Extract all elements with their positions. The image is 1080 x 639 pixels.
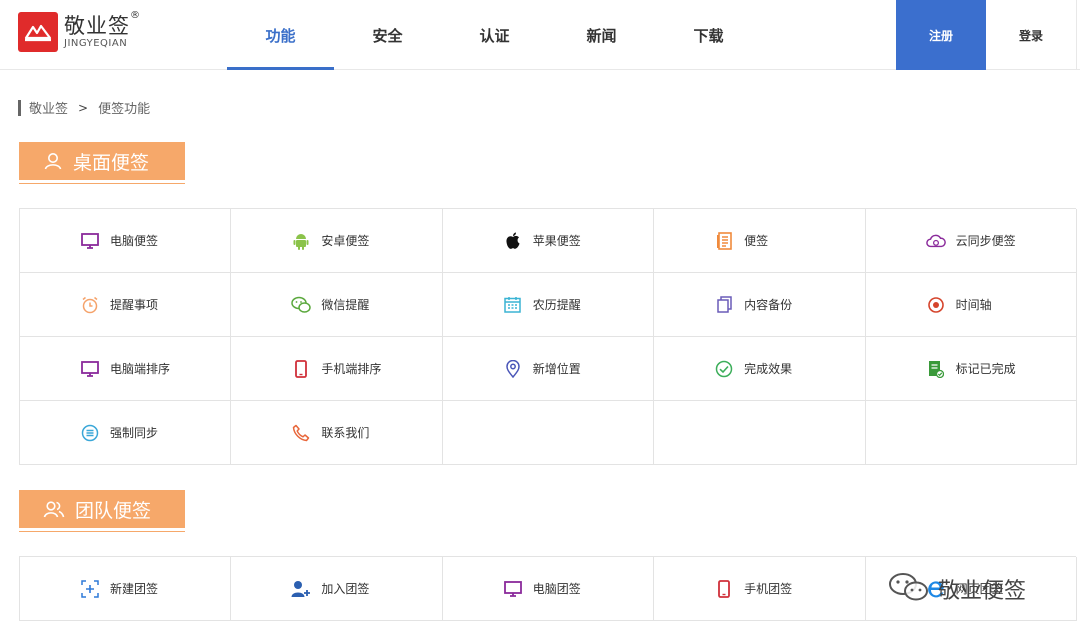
logo-mark-icon: [18, 12, 58, 52]
feature-item[interactable]: 新增位置: [442, 337, 655, 401]
copy-icon: [714, 295, 734, 315]
feature-item[interactable]: 云同步便签: [865, 209, 1077, 273]
feature-item[interactable]: 联系我们: [231, 401, 443, 465]
breadcrumb-bar: [18, 99, 21, 116]
feature-item[interactable]: 时间轴: [865, 273, 1077, 337]
feature-item[interactable]: 加入团签: [231, 557, 443, 621]
feature-label: 农历提醒: [532, 298, 581, 312]
check-circle-icon: [714, 359, 734, 379]
feature-label: 手机端排序: [321, 362, 382, 376]
monitor-icon: [503, 579, 523, 599]
feature-item[interactable]: 便签: [654, 209, 866, 273]
users-icon: [43, 499, 65, 519]
site-header: 敬业签 ® JINGYEQIAN 功能 安全 认证 新闻 下载 注册 登录: [0, 0, 1080, 70]
phone-call-icon: [291, 423, 311, 443]
desktop-feature-grid: 电脑便签 安卓便签 苹果便签 便签 云同步便签 提醒事项 微信提醒 农历提醒 内…: [19, 208, 1077, 465]
breadcrumb-current: 便签功能: [98, 102, 151, 117]
logo-text: 敬业签 ® JINGYEQIAN: [64, 10, 140, 50]
alarm-clock-icon: [80, 295, 100, 315]
watermark-text: 敬业便签: [938, 579, 1027, 604]
section-title-label: 团队便签: [75, 499, 152, 522]
add-frame-icon: [80, 579, 100, 599]
android-icon: [291, 231, 311, 251]
section-title-desktop: 桌面便签: [19, 142, 185, 184]
doc-check-icon: [926, 359, 946, 379]
feature-label: 微信提醒: [321, 298, 370, 312]
notepad-icon: [714, 231, 734, 251]
timeline-icon: [926, 295, 946, 315]
nav-item-news[interactable]: 新闻: [548, 0, 655, 70]
section-title-team: 团队便签: [19, 490, 185, 532]
feature-item[interactable]: 提醒事项: [20, 273, 232, 337]
calendar-icon: [503, 295, 523, 315]
login-button[interactable]: 登录: [986, 0, 1076, 70]
add-user-icon: [291, 579, 311, 599]
monitor-icon: [80, 359, 100, 379]
wechat-icon: [888, 572, 932, 606]
feature-item[interactable]: 农历提醒: [442, 273, 655, 337]
feature-label: 提醒事项: [110, 298, 159, 312]
feature-label: 时间轴: [955, 298, 992, 312]
feature-label: 便签: [744, 234, 769, 248]
logo[interactable]: 敬业签 ® JINGYEQIAN: [18, 10, 140, 52]
feature-item[interactable]: 内容备份: [654, 273, 866, 337]
feature-item[interactable]: 微信提醒: [231, 273, 443, 337]
feature-label: 电脑端排序: [110, 362, 171, 376]
feature-label: 联系我们: [321, 426, 370, 440]
nav-item-features[interactable]: 功能: [227, 0, 334, 70]
nav-item-security[interactable]: 安全: [334, 0, 441, 70]
empty-cell: [654, 401, 866, 465]
feature-label: 手机团签: [744, 582, 793, 596]
nav-item-download[interactable]: 下载: [655, 0, 762, 70]
nav-item-certification[interactable]: 认证: [441, 0, 548, 70]
wechat-watermark: 敬业便签: [888, 572, 1026, 606]
feature-item[interactable]: 新建团签: [20, 557, 232, 621]
wechat-icon: [291, 295, 312, 315]
feature-label: 新增位置: [532, 362, 581, 376]
monitor-icon: [80, 231, 100, 251]
apple-icon: [503, 231, 523, 251]
feature-item[interactable]: 手机端排序: [231, 337, 443, 401]
cloud-sync-icon: [925, 231, 946, 251]
phone-icon: [291, 359, 311, 379]
location-pin-icon: [503, 359, 523, 379]
feature-item[interactable]: 电脑便签: [20, 209, 232, 273]
feature-label: 电脑便签: [110, 234, 159, 248]
section-title-label: 桌面便签: [73, 151, 150, 174]
logo-pinyin: JINGYEQIAN: [64, 38, 128, 49]
breadcrumb-root-link[interactable]: 敬业签: [29, 98, 68, 117]
register-button[interactable]: 注册: [896, 0, 986, 70]
feature-label: 强制同步: [110, 426, 159, 440]
feature-item[interactable]: 手机团签: [654, 557, 866, 621]
feature-label: 苹果便签: [532, 234, 581, 248]
user-icon: [43, 151, 63, 171]
feature-item[interactable]: 强制同步: [20, 401, 232, 465]
feature-label: 安卓便签: [321, 234, 370, 248]
feature-label: 新建团签: [110, 582, 159, 596]
phone-icon: [714, 579, 734, 599]
main-nav: 功能 安全 认证 新闻 下载: [227, 0, 762, 70]
feature-item[interactable]: 完成效果: [654, 337, 866, 401]
sync-list-icon: [80, 423, 100, 443]
registered-mark: ®: [130, 10, 140, 21]
feature-label: 云同步便签: [955, 234, 1016, 248]
feature-item[interactable]: 苹果便签: [442, 209, 655, 273]
feature-item[interactable]: 标记已完成: [865, 337, 1077, 401]
empty-cell: [442, 401, 655, 465]
empty-cell: [865, 401, 1077, 465]
breadcrumb: 敬业签 > 便签功能: [18, 98, 150, 117]
feature-item[interactable]: 电脑团签: [442, 557, 655, 621]
feature-label: 完成效果: [744, 362, 793, 376]
feature-item[interactable]: 安卓便签: [231, 209, 443, 273]
feature-label: 内容备份: [744, 298, 793, 312]
feature-item[interactable]: 电脑端排序: [20, 337, 232, 401]
feature-label: 加入团签: [321, 582, 370, 596]
breadcrumb-separator: >: [78, 100, 89, 115]
logo-name: 敬业签: [64, 14, 130, 38]
feature-label: 电脑团签: [532, 582, 581, 596]
header-divider: [1076, 0, 1077, 70]
feature-label: 标记已完成: [955, 362, 1016, 376]
